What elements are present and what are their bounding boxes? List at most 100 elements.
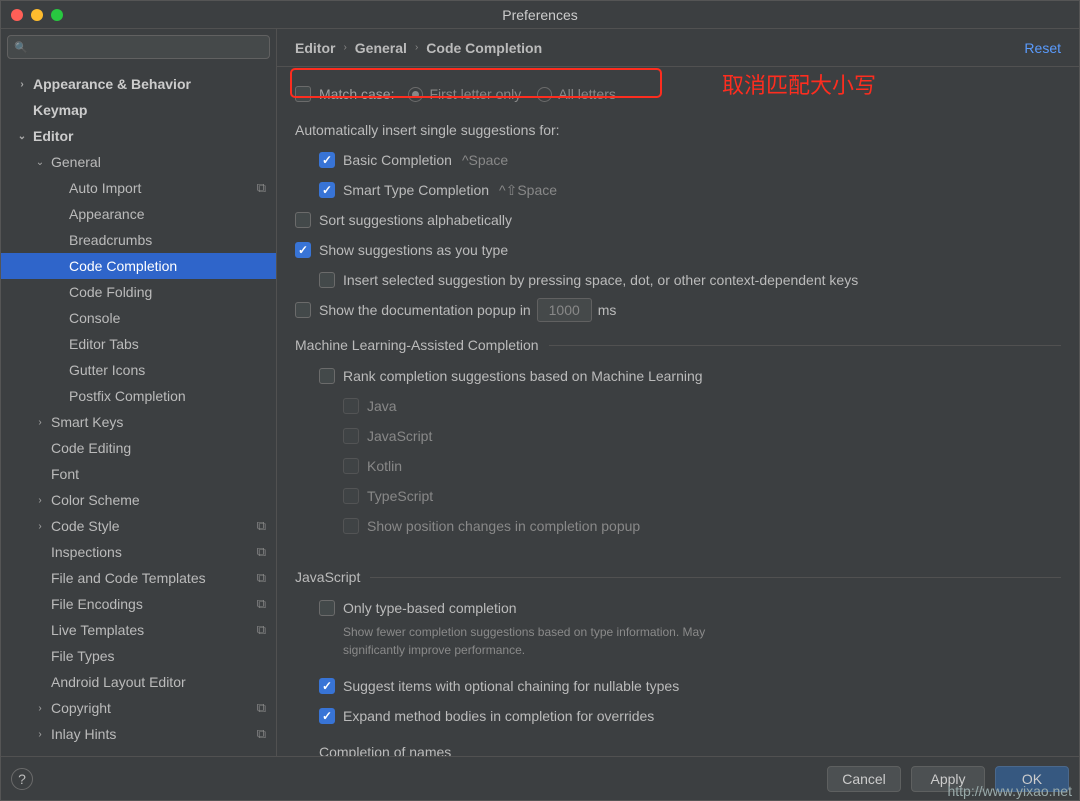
sidebar-item-label: Keymap [33, 102, 87, 118]
sidebar-item-breadcrumbs[interactable]: Breadcrumbs [1, 227, 276, 253]
sidebar-item-gutter-icons[interactable]: Gutter Icons [1, 357, 276, 383]
sidebar-item-code-completion[interactable]: Code Completion [1, 253, 276, 279]
first-letter-label: First letter only [429, 86, 521, 102]
sidebar-item-code-editing[interactable]: Code Editing [1, 435, 276, 461]
sidebar-item-appearance-behavior[interactable]: ›Appearance & Behavior [1, 71, 276, 97]
js-fieldset: JavaScript Only type-based completion Sh… [295, 569, 1061, 756]
all-letters-label: All letters [558, 86, 616, 102]
copy-icon: ⧉ [257, 180, 266, 196]
basic-completion-label: Basic Completion [343, 152, 452, 168]
sidebar-item-label: Code Completion [69, 258, 177, 274]
sidebar-item-android-layout-editor[interactable]: Android Layout Editor [1, 669, 276, 695]
titlebar: Preferences [1, 1, 1079, 29]
crumb-general[interactable]: General [355, 40, 407, 56]
sidebar-item-inlay-hints[interactable]: ›Inlay Hints⧉ [1, 721, 276, 747]
show-pos-label: Show position changes in completion popu… [367, 518, 640, 534]
minimize-window-button[interactable] [31, 9, 43, 21]
search-input[interactable]: 🔍 [7, 35, 270, 59]
maximize-window-button[interactable] [51, 9, 63, 21]
breadcrumb: Editor › General › Code Completion Reset [277, 29, 1079, 67]
help-button[interactable]: ? [11, 768, 33, 790]
sidebar-item-live-templates[interactable]: Live Templates⧉ [1, 617, 276, 643]
crumb-editor[interactable]: Editor [295, 40, 335, 56]
sidebar-item-editor-tabs[interactable]: Editor Tabs [1, 331, 276, 357]
copy-icon: ⧉ [257, 518, 266, 534]
traffic-lights [11, 9, 63, 21]
rank-ml-checkbox[interactable] [319, 368, 335, 384]
reset-link[interactable]: Reset [1024, 40, 1061, 56]
sidebar-item-code-style[interactable]: ›Code Style⧉ [1, 513, 276, 539]
sidebar-item-auto-import[interactable]: Auto Import ⧉ [1, 175, 276, 201]
sidebar-item-label: Appearance & Behavior [33, 76, 191, 92]
sidebar-item-label: Smart Keys [51, 414, 123, 430]
cancel-button[interactable]: Cancel [827, 766, 901, 792]
sidebar-item-label: Code Style [51, 518, 119, 534]
chevron-icon: ⌄ [15, 131, 29, 142]
sidebar-item-smart-keys[interactable]: › Smart Keys [1, 409, 276, 435]
sidebar-item-color-scheme[interactable]: ›Color Scheme [1, 487, 276, 513]
sidebar-item-label: Breadcrumbs [69, 232, 152, 248]
match-case-checkbox[interactable] [295, 86, 311, 102]
astype-label: Show suggestions as you type [319, 242, 508, 258]
only-type-checkbox[interactable] [319, 600, 335, 616]
sidebar-item-label: File and Code Templates [51, 570, 206, 586]
sidebar-item-copyright[interactable]: ›Copyright⧉ [1, 695, 276, 721]
sidebar-item-postfix-completion[interactable]: Postfix Completion [1, 383, 276, 409]
sidebar: 🔍 ›Appearance & BehaviorKeymap⌄Editor⌄Ge… [1, 29, 277, 756]
sidebar-item-keymap[interactable]: Keymap [1, 97, 276, 123]
doc-delay-input[interactable]: 1000 [537, 298, 592, 322]
only-type-label: Only type-based completion [343, 600, 517, 616]
lang-checkbox[interactable] [343, 488, 359, 504]
sidebar-item-general[interactable]: ⌄General [1, 149, 276, 175]
sidebar-item-file-types[interactable]: File Types [1, 643, 276, 669]
lang-checkbox[interactable] [343, 428, 359, 444]
lang-label: Kotlin [367, 458, 402, 474]
insert-selected-checkbox[interactable] [319, 272, 335, 288]
doc-after: ms [598, 302, 617, 318]
lang-checkbox[interactable] [343, 458, 359, 474]
sidebar-item-label: Live Templates [51, 622, 144, 638]
sidebar-item-console[interactable]: Console [1, 305, 276, 331]
sidebar-item-label: Font [51, 466, 79, 482]
lang-label: JavaScript [367, 428, 432, 444]
sidebar-item-label: Code Folding [69, 284, 152, 300]
first-letter-radio[interactable] [408, 87, 423, 102]
copy-icon: ⧉ [257, 596, 266, 612]
opt-chain-label: Suggest items with optional chaining for… [343, 678, 679, 694]
sidebar-item-code-folding[interactable]: Code Folding [1, 279, 276, 305]
sidebar-item-label: Editor [33, 128, 73, 144]
sidebar-item-appearance[interactable]: Appearance [1, 201, 276, 227]
doc-before: Show the documentation popup in [319, 302, 531, 318]
sidebar-item-label: General [51, 154, 101, 170]
close-window-button[interactable] [11, 9, 23, 21]
sort-checkbox[interactable] [295, 212, 311, 228]
annotation-text: 取消匹配大小写 [722, 68, 876, 100]
sidebar-item-label: Postfix Completion [69, 388, 186, 404]
sidebar-item-label: Gutter Icons [69, 362, 145, 378]
ml-legend: Machine Learning-Assisted Completion [295, 337, 549, 353]
opt-chain-checkbox[interactable]: ✓ [319, 678, 335, 694]
sidebar-item-file-and-code-templates[interactable]: File and Code Templates⧉ [1, 565, 276, 591]
show-pos-checkbox[interactable] [343, 518, 359, 534]
sidebar-item-file-encodings[interactable]: File Encodings⧉ [1, 591, 276, 617]
window-title: Preferences [502, 7, 577, 23]
sidebar-item-label: Inspections [51, 544, 122, 560]
basic-completion-checkbox[interactable]: ✓ [319, 152, 335, 168]
chevron-icon: › [33, 417, 47, 428]
sidebar-item-label: Auto Import [69, 180, 141, 196]
all-letters-radio[interactable] [537, 87, 552, 102]
chevron-icon: › [33, 703, 47, 714]
smart-completion-checkbox[interactable]: ✓ [319, 182, 335, 198]
lang-checkbox[interactable] [343, 398, 359, 414]
sidebar-item-font[interactable]: Font [1, 461, 276, 487]
sidebar-item-editor[interactable]: ⌄ Editor [1, 123, 276, 149]
doc-popup-checkbox[interactable] [295, 302, 311, 318]
sidebar-item-label: Android Layout Editor [51, 674, 186, 690]
settings-panel: Match case: First letter only All letter… [277, 67, 1079, 756]
comp-names-label: Completion of names [319, 744, 451, 756]
expand-checkbox[interactable]: ✓ [319, 708, 335, 724]
sidebar-item-inspections[interactable]: Inspections⧉ [1, 539, 276, 565]
footer: ? Cancel Apply OK [1, 756, 1079, 800]
astype-checkbox[interactable]: ✓ [295, 242, 311, 258]
sidebar-item-label: Color Scheme [51, 492, 140, 508]
